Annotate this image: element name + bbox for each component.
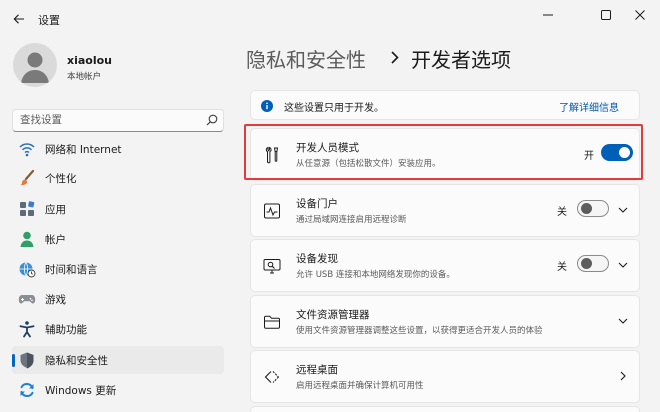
toggle-knob <box>581 203 592 214</box>
back-arrow-icon <box>13 14 24 24</box>
sidebar-item-label: Windows 更新 <box>45 385 117 397</box>
chevron-down-icon[interactable] <box>617 204 629 216</box>
folder-icon <box>264 315 280 329</box>
setting-card-partial <box>250 406 640 412</box>
sidebar-item-label: 隐私和安全性 <box>45 355 108 367</box>
chevron-right-icon[interactable] <box>617 370 629 382</box>
title-bar: 设置 <box>0 0 660 38</box>
sidebar-item-network[interactable]: 网络和 Internet <box>12 138 224 163</box>
sidebar-item-label: 帐户 <box>45 234 66 246</box>
toggle-knob <box>581 258 592 269</box>
update-icon <box>20 382 34 398</box>
setting-device-portal[interactable]: 设备门户 通过局域网连接启用远程诊断 关 <box>250 184 640 237</box>
sidebar-item-label: 时间和语言 <box>45 264 98 276</box>
search-box[interactable] <box>12 109 224 132</box>
sidebar-item-label: 网络和 Internet <box>45 144 122 156</box>
learn-more-link[interactable]: 了解详细信息 <box>559 99 619 114</box>
shield-icon <box>20 352 34 369</box>
sidebar-item-gaming[interactable]: 游戏 <box>12 285 224 313</box>
device-discovery-icon <box>263 259 281 274</box>
sidebar-item-personalization[interactable]: 个性化 <box>12 164 224 192</box>
close-icon <box>635 10 645 20</box>
search-icon[interactable] <box>206 114 218 126</box>
globe-clock-icon <box>19 262 36 278</box>
account-type: 本地帐户 <box>67 72 102 82</box>
chevron-down-icon[interactable] <box>617 259 629 271</box>
toggle-state-label: 开 <box>584 151 594 162</box>
info-text: 这些设置只用于开发。 <box>284 103 384 114</box>
setting-description: 使用文件资源管理器调整这些设置，以获得更适合开发人员的体验 <box>296 326 543 336</box>
setting-title: 文件资源管理器 <box>296 309 370 321</box>
sidebar-item-accounts[interactable]: 帐户 <box>12 225 224 253</box>
sidebar-nav: 网络和 Internet 个性化 应用 帐户 时间和语言 游戏 辅助功能 隐私和… <box>0 138 236 412</box>
search-input[interactable] <box>20 114 200 126</box>
apps-icon <box>20 201 35 216</box>
setting-title: 设备门户 <box>296 198 338 210</box>
setting-developer-mode: 开发人员模式 从任意源（包括松散文件）安装应用。 开 <box>250 128 640 181</box>
close-button[interactable] <box>620 0 660 30</box>
setting-description: 通过局域网连接启用远程诊断 <box>296 215 407 225</box>
setting-title: 开发人员模式 <box>296 142 359 154</box>
page-title: 开发者选项 <box>411 48 511 72</box>
setting-description: 启用远程桌面并确保计算机可用性 <box>296 381 424 391</box>
remote-desktop-icon <box>264 371 279 383</box>
maximize-icon <box>601 10 611 20</box>
setting-description: 从任意源（包括松散文件）安装应用。 <box>296 159 441 169</box>
minimize-button[interactable] <box>526 0 570 30</box>
brush-icon <box>20 169 35 186</box>
setting-title: 远程桌面 <box>296 364 338 376</box>
sidebar-item-windows-update[interactable]: Windows 更新 <box>12 376 224 404</box>
device-portal-toggle[interactable] <box>577 200 609 217</box>
breadcrumb-parent[interactable]: 隐私和安全性 <box>246 44 366 73</box>
user-avatar-icon <box>21 52 49 83</box>
user-name: xiaolou <box>67 54 113 67</box>
app-title: 设置 <box>38 14 60 27</box>
sidebar-item-label: 应用 <box>45 204 66 216</box>
setting-description: 允许 USB 连接和本地网络发现你的设备。 <box>296 270 455 280</box>
sidebar-item-label: 个性化 <box>45 173 77 185</box>
selection-indicator <box>12 354 15 367</box>
back-button[interactable] <box>6 6 32 32</box>
gamepad-icon <box>18 295 36 304</box>
setting-remote-desktop[interactable]: 远程桌面 启用远程桌面并确保计算机可用性 <box>250 350 640 403</box>
developer-mode-toggle[interactable] <box>601 144 633 161</box>
minimize-icon <box>543 14 553 16</box>
sidebar-item-apps[interactable]: 应用 <box>12 195 224 223</box>
sidebar-item-privacy-security[interactable]: 隐私和安全性 <box>12 346 224 374</box>
setting-title: 设备发现 <box>296 253 338 265</box>
device-discovery-toggle[interactable] <box>577 255 609 272</box>
avatar[interactable] <box>13 43 57 87</box>
account-icon <box>20 231 34 247</box>
setting-device-discovery[interactable]: 设备发现 允许 USB 连接和本地网络发现你的设备。 关 <box>250 239 640 292</box>
chevron-down-icon[interactable] <box>617 315 629 327</box>
info-bar: 这些设置只用于开发。 了解详细信息 <box>250 90 640 120</box>
toggle-state-label: 关 <box>557 207 567 218</box>
main-content: 这些设置只用于开发。 了解详细信息 开发人员模式 从任意源（包括松散文件）安装应… <box>246 84 640 412</box>
toggle-state-label: 关 <box>557 262 567 273</box>
accessibility-icon <box>19 321 35 338</box>
network-icon <box>19 143 35 157</box>
sidebar-item-time-language[interactable]: 时间和语言 <box>12 255 224 283</box>
breadcrumb-chevron-icon <box>391 51 399 64</box>
sidebar-item-accessibility[interactable]: 辅助功能 <box>12 315 224 343</box>
setting-file-explorer[interactable]: 文件资源管理器 使用文件资源管理器调整这些设置，以获得更适合开发人员的体验 <box>250 295 640 348</box>
info-icon <box>261 100 273 112</box>
device-portal-icon <box>264 203 280 219</box>
developer-tools-icon <box>265 146 279 164</box>
sidebar-item-label: 游戏 <box>45 294 66 306</box>
toggle-knob <box>619 147 630 158</box>
sidebar-item-label: 辅助功能 <box>45 324 87 336</box>
